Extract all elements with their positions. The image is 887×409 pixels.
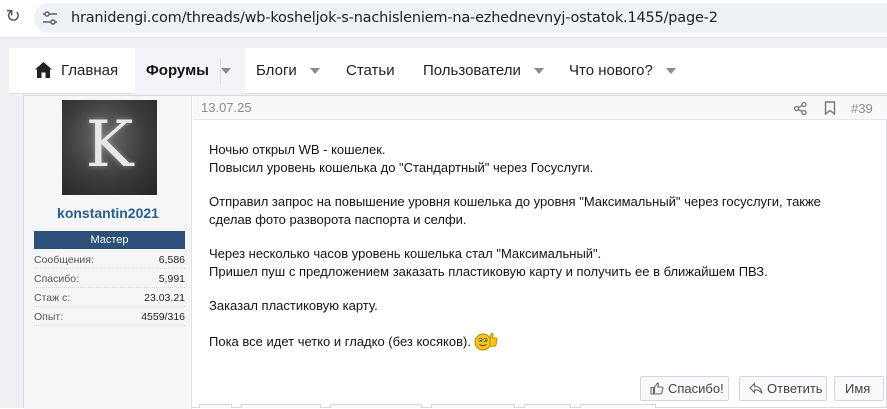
avatar[interactable]: K (62, 100, 157, 195)
reply-button[interactable]: Ответить (739, 376, 827, 401)
nav-home[interactable]: Главная (61, 48, 118, 94)
home-icon[interactable] (34, 61, 53, 79)
tune-icon[interactable] (42, 11, 58, 25)
bookmark-icon[interactable] (824, 101, 836, 115)
reply-icon (749, 382, 763, 394)
toolbar-stub (330, 404, 422, 408)
stat-row-messages: Сообщения: 6,586 (34, 251, 185, 269)
message-area: 13.07.25 #39 Ночью открыл WB - кошелек. … (193, 96, 887, 409)
thanks-label: Спасибо! (668, 381, 724, 396)
user-info-panel: K konstantin2021 Мастер Сообщения: 6,586… (24, 96, 192, 409)
chevron-down-icon[interactable] (221, 68, 231, 74)
paragraph: Отправил запрос на повышение уровня коше… (209, 193, 869, 229)
toolbar-stub (241, 404, 321, 408)
share-icon[interactable] (794, 102, 807, 115)
chevron-down-icon[interactable] (310, 68, 320, 74)
toolbar-stub (580, 404, 656, 408)
reload-icon[interactable]: ↻ (2, 6, 24, 28)
name-button[interactable]: Имя (834, 376, 884, 401)
text-line: Заказал пластиковую карту. (209, 298, 378, 313)
stat-row-joined: Стаж с: 23.03.21 (34, 289, 185, 307)
paragraph: Через несколько часов уровень кошелька с… (209, 245, 869, 281)
paragraph: Пока все идет четко и гладко (без косяко… (209, 331, 869, 351)
site-page: Главная Форумы Блоги Статьи Пользователи… (0, 38, 887, 409)
stat-label: Сообщения: (34, 254, 94, 266)
next-post-toolbar-edge (197, 404, 887, 408)
stat-label: Опыт: (34, 311, 64, 323)
text-line: сделав фото разворота паспорта и селфи. (209, 212, 467, 227)
text-line: Через несколько часов уровень кошелька с… (209, 246, 602, 261)
paragraph: Ночью открыл WB - кошелек. Повысил урове… (209, 141, 869, 177)
text-fragment: Пока все идет четко и гладко (без косяко… (209, 334, 471, 349)
toolbar-stub (199, 404, 232, 408)
browser-toolbar: ↻ hranidengi.com/threads/wb-kosheljok-s-… (0, 0, 887, 38)
text-line: Ночью открыл WB - кошелек. (209, 142, 386, 157)
stat-label: Стаж с: (34, 292, 71, 304)
text-line: Пока все идет четко и гладко (без косяко… (209, 331, 869, 351)
stat-value: 4559/316 (141, 311, 185, 323)
text-line: Повысил уровень кошелька до "Стандартный… (209, 160, 594, 175)
nav-forums[interactable]: Форумы (146, 48, 209, 94)
stat-value: 5,991 (158, 273, 185, 285)
paragraph: Заказал пластиковую карту. (209, 297, 869, 315)
thumbs-up-icon (650, 382, 664, 395)
thanks-button[interactable]: Спасибо! (640, 376, 729, 401)
nav-whats-new[interactable]: Что нового? (569, 48, 653, 94)
post-date[interactable]: 13.07.25 (201, 100, 252, 115)
message-header: 13.07.25 #39 (193, 96, 887, 120)
message-body: Ночью открыл WB - кошелек. Повысил урове… (209, 141, 869, 367)
stat-value[interactable]: 6,586 (159, 251, 185, 269)
stat-row-thanks: Спасибо: 5,991 (34, 270, 185, 288)
stat-row-experience: Опыт: 4559/316 (34, 308, 185, 326)
main-nav: Главная Форумы Блоги Статьи Пользователи… (9, 48, 887, 94)
stat-label: Спасибо: (34, 273, 79, 285)
forum-post: K konstantin2021 Мастер Сообщения: 6,586… (23, 95, 887, 409)
post-actions: Спасибо! Ответить Имя (193, 376, 887, 401)
text-line: Пришел пуш с предложением заказать пласт… (209, 264, 768, 279)
chevron-down-icon[interactable] (534, 68, 544, 74)
nav-users[interactable]: Пользователи (423, 48, 521, 94)
stat-value: 23.03.21 (144, 292, 185, 304)
toolbar-stub (524, 404, 571, 408)
reply-label: Ответить (767, 381, 823, 396)
post-number-link[interactable]: #39 (851, 101, 873, 116)
address-bar[interactable]: hranidengi.com/threads/wb-kosheljok-s-na… (34, 3, 887, 33)
url-text[interactable]: hranidengi.com/threads/wb-kosheljok-s-na… (71, 10, 718, 26)
nav-articles[interactable]: Статьи (346, 48, 395, 94)
user-rank-badge: Мастер (34, 231, 185, 249)
chevron-down-icon[interactable] (666, 68, 676, 74)
thumbs-up-smiley-icon (474, 332, 498, 351)
nav-blogs[interactable]: Блоги (256, 48, 297, 94)
text-line: Отправил запрос на повышение уровня коше… (209, 194, 821, 209)
avatar-letter: K (85, 108, 134, 182)
toolbar-stub (431, 404, 515, 408)
username-link[interactable]: konstantin2021 (24, 205, 192, 221)
name-label: Имя (845, 381, 871, 396)
